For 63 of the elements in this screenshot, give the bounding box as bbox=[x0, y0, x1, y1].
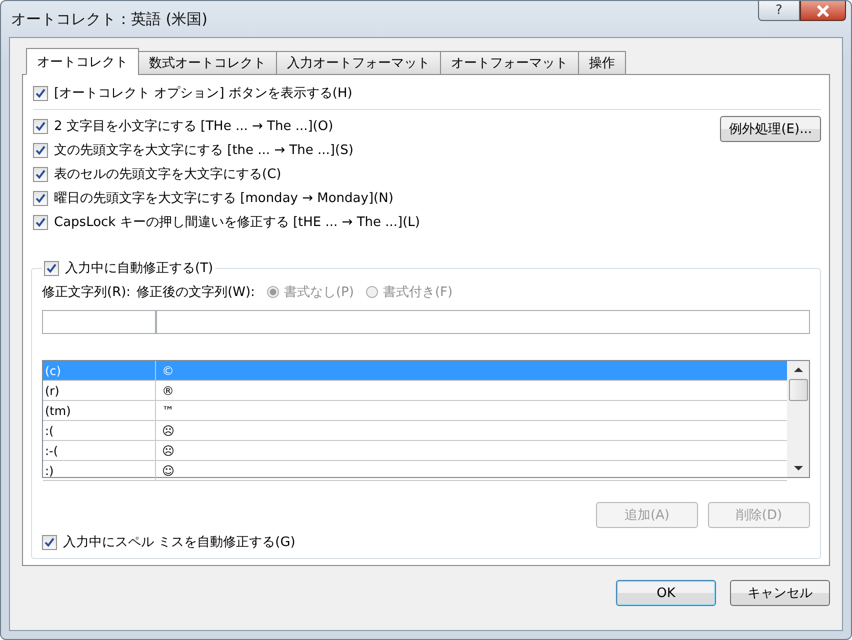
checkbox-label: [オートコレクト オプション] ボタンを表示する(H) bbox=[54, 85, 352, 102]
table-cell: (r) bbox=[43, 381, 156, 400]
radio-label: 書式なし(P) bbox=[284, 284, 354, 301]
scroll-down-icon bbox=[794, 465, 802, 471]
checkbox[interactable] bbox=[42, 534, 57, 550]
list-row[interactable]: (tm) ™ bbox=[43, 401, 787, 421]
checkbox-label: 入力中にスペル ミスを自動修正する(G) bbox=[63, 534, 296, 551]
field-label: 修正文字列(R): bbox=[42, 284, 131, 301]
list-row[interactable]: :( ☹ bbox=[43, 421, 787, 441]
scroll-thumb[interactable] bbox=[788, 379, 808, 401]
checkmark-icon bbox=[35, 168, 46, 180]
checkbox[interactable] bbox=[33, 118, 48, 134]
table-cell-text: ☹ bbox=[161, 424, 175, 438]
window-title: オートコレクト：英語 (米国) bbox=[11, 10, 208, 29]
tab[interactable]: オートコレクト bbox=[26, 48, 139, 75]
tab[interactable]: オートフォーマット bbox=[440, 51, 579, 75]
table-cell: :) bbox=[43, 461, 156, 480]
checkbox[interactable] bbox=[33, 214, 48, 230]
table-cell: (tm) bbox=[43, 401, 156, 420]
checkbox[interactable] bbox=[44, 260, 59, 276]
checkmark-icon bbox=[35, 192, 46, 204]
table-cell: :-( bbox=[43, 441, 156, 460]
scroll-up-icon bbox=[794, 367, 802, 373]
checkmark-icon bbox=[46, 262, 57, 274]
help-button[interactable]: ? bbox=[758, 1, 800, 21]
checkbox[interactable] bbox=[33, 166, 48, 182]
checkbox-label: 表のセルの先頭文字を大文字にする(C) bbox=[54, 166, 282, 183]
close-button[interactable] bbox=[800, 1, 846, 21]
table-cell: (c) bbox=[43, 361, 156, 380]
table-cell-text: ® bbox=[161, 384, 174, 398]
checkbox-label: 曜日の先頭文字を大文字にする [monday → Monday](N) bbox=[54, 190, 394, 207]
tab[interactable]: 入力オートフォーマット bbox=[276, 51, 441, 75]
checkmark-icon bbox=[35, 120, 46, 132]
checkbox[interactable] bbox=[33, 142, 48, 158]
list-row[interactable]: (r) ® bbox=[43, 381, 787, 401]
exceptions-button[interactable]: 例外処理(E)... bbox=[720, 116, 821, 142]
checkmark-icon bbox=[35, 88, 46, 98]
checkbox[interactable] bbox=[33, 86, 48, 100]
checkbox-label: 文の先頭文字を大文字にする [the ... → The ...](S) bbox=[54, 142, 354, 159]
checkbox-label: 入力中に自動修正する(T) bbox=[65, 260, 214, 277]
checkmark-icon bbox=[35, 144, 46, 156]
checkmark-icon bbox=[35, 216, 46, 228]
field-label: 修正後の文字列(W): bbox=[136, 284, 255, 301]
close-icon bbox=[816, 4, 830, 16]
radio-label: 書式付き(F) bbox=[382, 284, 453, 301]
table-cell-text: ™ bbox=[161, 404, 174, 418]
checkmark-icon bbox=[44, 536, 55, 548]
tab[interactable]: 数式オートコレクト bbox=[138, 51, 277, 75]
table-cell-text: ☺ bbox=[161, 464, 175, 478]
checkbox[interactable] bbox=[33, 190, 48, 206]
list-row[interactable]: :) ☺ bbox=[43, 461, 787, 481]
scrollbar[interactable] bbox=[787, 361, 809, 477]
checkbox-label: CapsLock キーの押し間違いを修正する [tHE ... → The ...](L) bbox=[54, 214, 420, 231]
table-cell: :( bbox=[43, 421, 156, 440]
table-cell-text: ☹ bbox=[161, 444, 175, 458]
table-cell-text: © bbox=[161, 364, 174, 378]
with-field[interactable] bbox=[156, 310, 810, 334]
dialog-button[interactable]: キャンセル bbox=[730, 580, 830, 606]
list-row[interactable]: :-( ☹ bbox=[43, 441, 787, 461]
tab[interactable]: 操作 bbox=[578, 51, 626, 75]
dialog-button[interactable]: OK bbox=[616, 580, 716, 606]
replace-field[interactable] bbox=[42, 310, 156, 334]
checkbox-label: 2 文字目を小文字にする [THe ... → The ...](O) bbox=[54, 118, 334, 135]
